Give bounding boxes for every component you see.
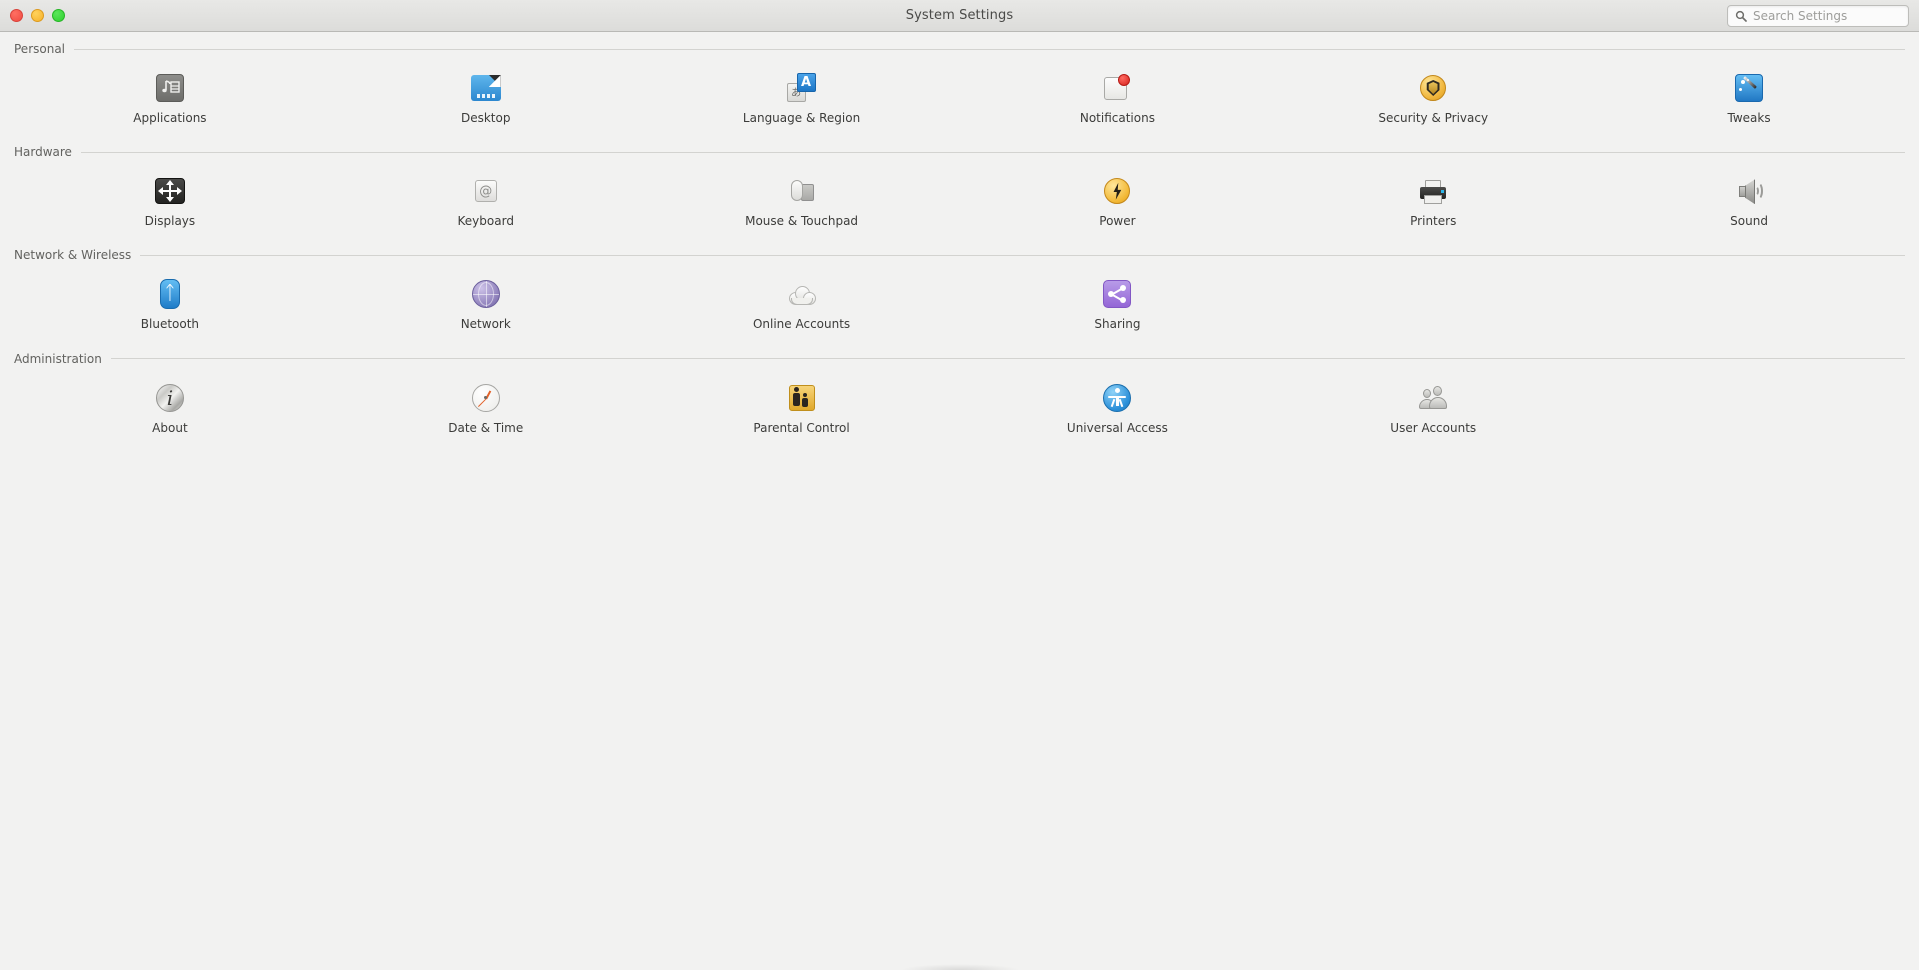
settings-grid-administration: i About Date & Time Parental Control Uni… [12, 375, 1907, 445]
settings-item-mouse-touchpad[interactable]: Mouse & Touchpad [644, 168, 960, 238]
close-button[interactable] [10, 9, 23, 22]
network-icon [470, 278, 502, 310]
desktop-icon [470, 72, 502, 104]
bluetooth-icon: ᛏ [154, 278, 186, 310]
settings-grid-network: ᛏ Bluetooth Network Online Accounts Shar… [12, 271, 1907, 341]
settings-item-label: Displays [144, 214, 196, 229]
search-placeholder: Search Settings [1753, 9, 1848, 23]
settings-item-label: Desktop [460, 111, 511, 125]
section-divider [74, 48, 1905, 50]
settings-item-security-privacy[interactable]: Security & Privacy [1275, 65, 1591, 135]
settings-item-label: Mouse & Touchpad [745, 214, 859, 229]
window-titlebar: System Settings Search Settings [0, 0, 1919, 32]
section-divider [110, 358, 1905, 360]
settings-item-sharing[interactable]: Sharing [960, 271, 1276, 341]
settings-item-label: User Accounts [1390, 420, 1477, 435]
section-network-wireless: Network & Wireless ᛏ Bluetooth Network O… [12, 248, 1907, 341]
section-header: Hardware [12, 145, 1907, 159]
search-icon [1735, 10, 1747, 22]
settings-item-tweaks[interactable]: Tweaks [1591, 65, 1907, 135]
search-input[interactable]: Search Settings [1727, 5, 1909, 27]
printers-icon [1417, 175, 1449, 207]
mouse-touchpad-icon [786, 175, 818, 207]
settings-item-user-accounts[interactable]: User Accounts [1275, 375, 1591, 445]
settings-content: Personal Applications Desktop あ A Langua… [0, 42, 1919, 445]
settings-item-keyboard[interactable]: @ Keyboard [328, 168, 644, 238]
settings-item-label: Printers [1410, 214, 1457, 229]
settings-item-label: Power [1099, 214, 1136, 229]
settings-item-label: Sound [1730, 214, 1768, 229]
settings-item-power[interactable]: Power [960, 168, 1276, 238]
maximize-button[interactable] [52, 9, 65, 22]
settings-item-label: Security & Privacy [1378, 111, 1489, 125]
grid-spacer [1591, 375, 1907, 445]
settings-item-label: Tweaks [1727, 111, 1771, 125]
settings-item-printers[interactable]: Printers [1275, 168, 1591, 238]
grid-spacer [1275, 271, 1591, 341]
settings-item-notifications[interactable]: Notifications [960, 65, 1276, 135]
settings-item-date-time[interactable]: Date & Time [328, 375, 644, 445]
dock-edge [899, 964, 1020, 970]
settings-item-bluetooth[interactable]: ᛏ Bluetooth [12, 271, 328, 341]
notifications-icon [1101, 72, 1133, 104]
settings-grid-hardware: Displays @ Keyboard Mouse & Touchpad Pow… [12, 168, 1907, 238]
settings-grid-personal: Applications Desktop あA Language & Regio… [12, 65, 1907, 135]
section-hardware: Hardware Displays @ Keyboard Mouse & Tou… [12, 145, 1907, 238]
cloud-icon [786, 278, 818, 310]
sound-icon [1733, 175, 1765, 207]
universal-access-icon [1101, 382, 1133, 414]
minimize-button[interactable] [31, 9, 44, 22]
section-header: Personal [12, 42, 1907, 56]
settings-item-label: Universal Access [1066, 420, 1168, 435]
settings-item-about[interactable]: i About [12, 375, 328, 445]
window-title: System Settings [905, 8, 1014, 23]
settings-item-label: About [152, 420, 188, 435]
tweaks-icon [1733, 72, 1765, 104]
settings-item-label: Applications [133, 111, 207, 125]
language-region-icon: あA [786, 72, 818, 104]
section-title-hardware: Hardware [14, 145, 72, 160]
applications-icon [154, 72, 186, 104]
window-controls [10, 9, 65, 22]
settings-item-sound[interactable]: Sound [1591, 168, 1907, 238]
section-title-administration: Administration [14, 351, 102, 366]
section-header: Network & Wireless [12, 248, 1907, 262]
keyboard-icon: @ [470, 175, 502, 207]
settings-item-desktop[interactable]: Desktop [328, 65, 644, 135]
settings-item-label: Online Accounts [752, 317, 851, 332]
settings-item-label: Keyboard [457, 214, 514, 229]
settings-item-displays[interactable]: Displays [12, 168, 328, 238]
section-administration: Administration i About Date & Time Paren… [12, 352, 1907, 445]
settings-item-language-region[interactable]: あA Language & Region [644, 65, 960, 135]
settings-item-label: Date & Time [448, 420, 524, 435]
parental-control-icon [786, 382, 818, 414]
section-divider [140, 254, 1905, 256]
settings-item-universal-access[interactable]: Universal Access [960, 375, 1276, 445]
settings-item-parental-control[interactable]: Parental Control [644, 375, 960, 445]
settings-item-applications[interactable]: Applications [12, 65, 328, 135]
section-personal: Personal Applications Desktop あ A Langua… [12, 42, 1907, 135]
settings-item-network[interactable]: Network [328, 271, 644, 341]
users-icon [1417, 382, 1449, 414]
sharing-icon [1101, 278, 1133, 310]
power-icon [1101, 175, 1133, 207]
section-title-personal: Personal [14, 42, 66, 56]
security-privacy-icon [1417, 72, 1449, 104]
settings-item-label: Sharing [1094, 317, 1141, 332]
settings-item-label: Network [460, 317, 511, 332]
settings-item-online-accounts[interactable]: Online Accounts [644, 271, 960, 341]
info-icon: i [154, 382, 186, 414]
displays-icon [154, 175, 186, 207]
settings-item-label: Language & Region [742, 111, 861, 125]
section-header: Administration [12, 352, 1907, 366]
section-divider [80, 151, 1905, 153]
settings-item-label: Bluetooth [140, 317, 200, 332]
settings-item-label: Notifications [1079, 111, 1155, 125]
grid-spacer [1591, 271, 1907, 341]
clock-icon [470, 382, 502, 414]
section-title-network: Network & Wireless [14, 248, 132, 263]
settings-item-label: Parental Control [753, 420, 850, 435]
